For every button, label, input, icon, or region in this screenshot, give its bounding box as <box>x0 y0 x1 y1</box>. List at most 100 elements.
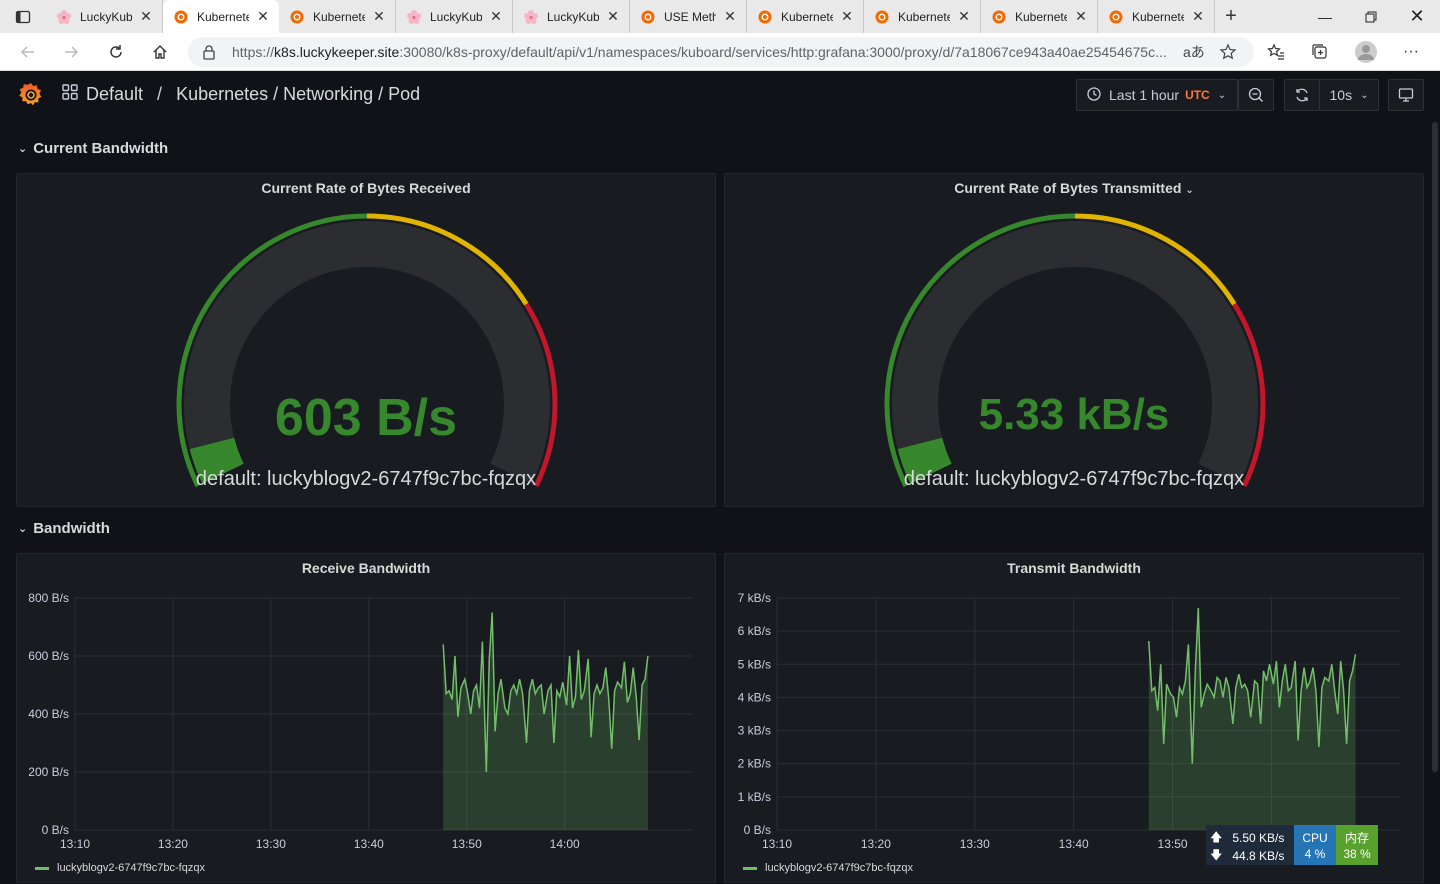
close-tab-icon[interactable]: ✕ <box>956 8 972 25</box>
lock-icon[interactable] <box>202 44 216 65</box>
breadcrumb-folder[interactable]: Default <box>86 84 143 105</box>
browser-tab[interactable]: Kubernete ✕ <box>864 0 981 33</box>
back-button[interactable] <box>13 37 43 67</box>
row-title: Current Bandwidth <box>33 140 169 157</box>
breadcrumb-dashboard[interactable]: Kubernetes / Networking / Pod <box>176 84 420 105</box>
more-menu-icon[interactable]: ··· <box>1396 37 1426 67</box>
x-tick-label: 13:30 <box>960 837 990 851</box>
cpu-value: 4 % <box>1304 847 1326 861</box>
close-tab-icon[interactable]: ✕ <box>255 8 271 25</box>
legend-label: luckyblogv2-6747f9c7bc-fqzqx <box>57 862 205 874</box>
time-range-label: Last 1 hour <box>1109 87 1180 103</box>
y-tick-label: 6 kB/s <box>738 624 771 638</box>
browser-tab[interactable]: LuckyKub ✕ <box>46 0 163 33</box>
x-tick-label: 13:50 <box>1158 837 1188 851</box>
read-aloud-icon[interactable]: aあ <box>1183 42 1205 62</box>
url-text: https://k8s.luckykeeper.site:30080/k8s-p… <box>232 44 1167 60</box>
grafana-favicon-icon <box>992 10 1006 23</box>
y-tick-label: 3 kB/s <box>738 724 771 738</box>
close-tab-icon[interactable]: ✕ <box>839 8 855 25</box>
refresh-interval-label: 10s <box>1329 87 1353 103</box>
browser-tab[interactable]: USE Meth ✕ <box>630 0 747 33</box>
x-tick-label: 13:10 <box>60 837 90 851</box>
close-window-button[interactable]: ✕ <box>1394 0 1440 33</box>
gauge-panel-transmitted[interactable]: Current Rate of Bytes Transmitted ⌄ 5.33… <box>724 173 1424 507</box>
y-tick-label: 1 kB/s <box>738 790 771 804</box>
x-tick-label: 13:10 <box>762 837 792 851</box>
legend-label: luckyblogv2-6747f9c7bc-fqzqx <box>765 862 913 874</box>
y-tick-label: 0 B/s <box>42 823 69 837</box>
browser-tab[interactable]: LuckyKub ✕ <box>513 0 630 33</box>
grafana-favicon-icon <box>641 10 655 23</box>
sync-icon <box>1296 88 1308 102</box>
browser-tab[interactable]: Kubernete ✕ <box>279 0 396 33</box>
close-tab-icon[interactable]: ✕ <box>488 8 504 25</box>
tv-mode-button[interactable] <box>1388 79 1424 111</box>
y-tick-label: 200 B/s <box>28 765 69 779</box>
x-tick-label: 14:00 <box>550 837 580 851</box>
dashboards-grid-icon[interactable] <box>62 84 78 105</box>
close-tab-icon[interactable]: ✕ <box>371 8 387 25</box>
row-title: Bandwidth <box>33 520 110 537</box>
legend-item[interactable]: luckyblogv2-6747f9c7bc-fqzqx <box>35 862 205 874</box>
y-tick-label: 5 kB/s <box>738 657 771 671</box>
timeseries-panel-receive[interactable]: Receive Bandwidth 0 B/s 200 B/s 400 B/s 600… <box>16 553 716 883</box>
gauge-transmitted <box>884 213 1266 488</box>
y-tick-label: 800 B/s <box>28 591 69 605</box>
chevron-down-icon: ⌄ <box>1360 89 1369 101</box>
grafana-favicon-icon <box>875 10 889 23</box>
refresh-button[interactable] <box>101 37 131 67</box>
grafana-favicon-icon <box>758 10 772 23</box>
profile-avatar[interactable] <box>1351 37 1381 67</box>
time-picker-button[interactable]: Last 1 hour UTC ⌄ <box>1076 79 1238 111</box>
monitor-icon <box>1398 88 1414 102</box>
minimize-button[interactable]: — <box>1302 0 1348 33</box>
browser-tab[interactable]: Kubernete ✕ <box>981 0 1098 33</box>
refresh-interval-picker[interactable]: 10s ⌄ <box>1319 79 1379 111</box>
series-area <box>1148 607 1356 830</box>
collections-icon[interactable] <box>1305 37 1335 67</box>
network-monitor-widget: 🡅 5.50 KB/s 🡇 44.8 KB/s CPU 4 % 内存 38 % <box>1206 825 1378 865</box>
memory-label: 内存 <box>1344 831 1369 845</box>
restore-button[interactable] <box>1348 0 1394 33</box>
chevron-down-icon: ⌄ <box>18 523 28 535</box>
grafana-logo-icon[interactable] <box>18 82 44 108</box>
zoom-out-button[interactable] <box>1238 79 1274 111</box>
close-tab-icon[interactable]: ✕ <box>138 8 154 25</box>
y-tick-label: 4 kB/s <box>738 690 771 704</box>
home-button[interactable] <box>145 37 175 67</box>
gauge-panel-received[interactable]: Current Rate of Bytes Received 603 B/s d… <box>16 173 716 507</box>
close-tab-icon[interactable]: ✕ <box>1073 8 1089 25</box>
page-scrollbar[interactable] <box>1432 122 1438 772</box>
cpu-label: CPU <box>1302 831 1328 845</box>
upload-rate: 5.50 KB/s <box>1232 831 1285 845</box>
gauge-value: 5.33 kB/s <box>978 390 1170 439</box>
browser-tab[interactable]: LuckyKub ✕ <box>396 0 513 33</box>
row-current-bandwidth[interactable]: ⌄ Current Bandwidth <box>18 140 168 157</box>
tab-actions-icon[interactable] <box>0 0 46 33</box>
grafana-favicon-icon <box>174 10 188 23</box>
zoom-out-icon <box>1248 87 1263 102</box>
close-tab-icon[interactable]: ✕ <box>722 8 738 25</box>
browser-tab[interactable]: Kubernete ✕ <box>1098 0 1215 33</box>
tab-title: Kubernete <box>781 9 833 24</box>
tab-title: LuckyKub <box>547 9 599 24</box>
forward-button[interactable] <box>56 37 86 67</box>
legend-item[interactable]: luckyblogv2-6747f9c7bc-fqzqx <box>743 862 913 874</box>
favorites-icon[interactable] <box>1261 37 1291 67</box>
browser-tab-bar: LuckyKub ✕ Kubernete ✕ Kubernete ✕ LuckyKub ✕ Lu… <box>0 0 1440 33</box>
x-tick-label: 13:20 <box>861 837 891 851</box>
new-tab-button[interactable]: + <box>1215 5 1247 28</box>
add-favorite-icon[interactable] <box>1219 43 1237 66</box>
browser-tab[interactable]: Kubernete ✕ <box>163 0 279 33</box>
row-bandwidth[interactable]: ⌄ Bandwidth <box>18 520 110 537</box>
receive-bandwidth-chart[interactable]: 0 B/s 200 B/s 400 B/s 600 B/s 800 B/s 13:10 13… <box>17 554 717 884</box>
close-tab-icon[interactable]: ✕ <box>1190 8 1206 25</box>
close-tab-icon[interactable]: ✕ <box>605 8 621 25</box>
url-field[interactable]: https://k8s.luckykeeper.site:30080/k8s-p… <box>188 37 1254 67</box>
grafana-favicon-icon <box>1109 10 1123 23</box>
browser-tab[interactable]: Kubernete ✕ <box>747 0 864 33</box>
sakura-favicon-icon <box>524 9 538 24</box>
grafana-favicon-icon <box>290 10 304 23</box>
refresh-dashboard-button[interactable] <box>1284 79 1320 111</box>
